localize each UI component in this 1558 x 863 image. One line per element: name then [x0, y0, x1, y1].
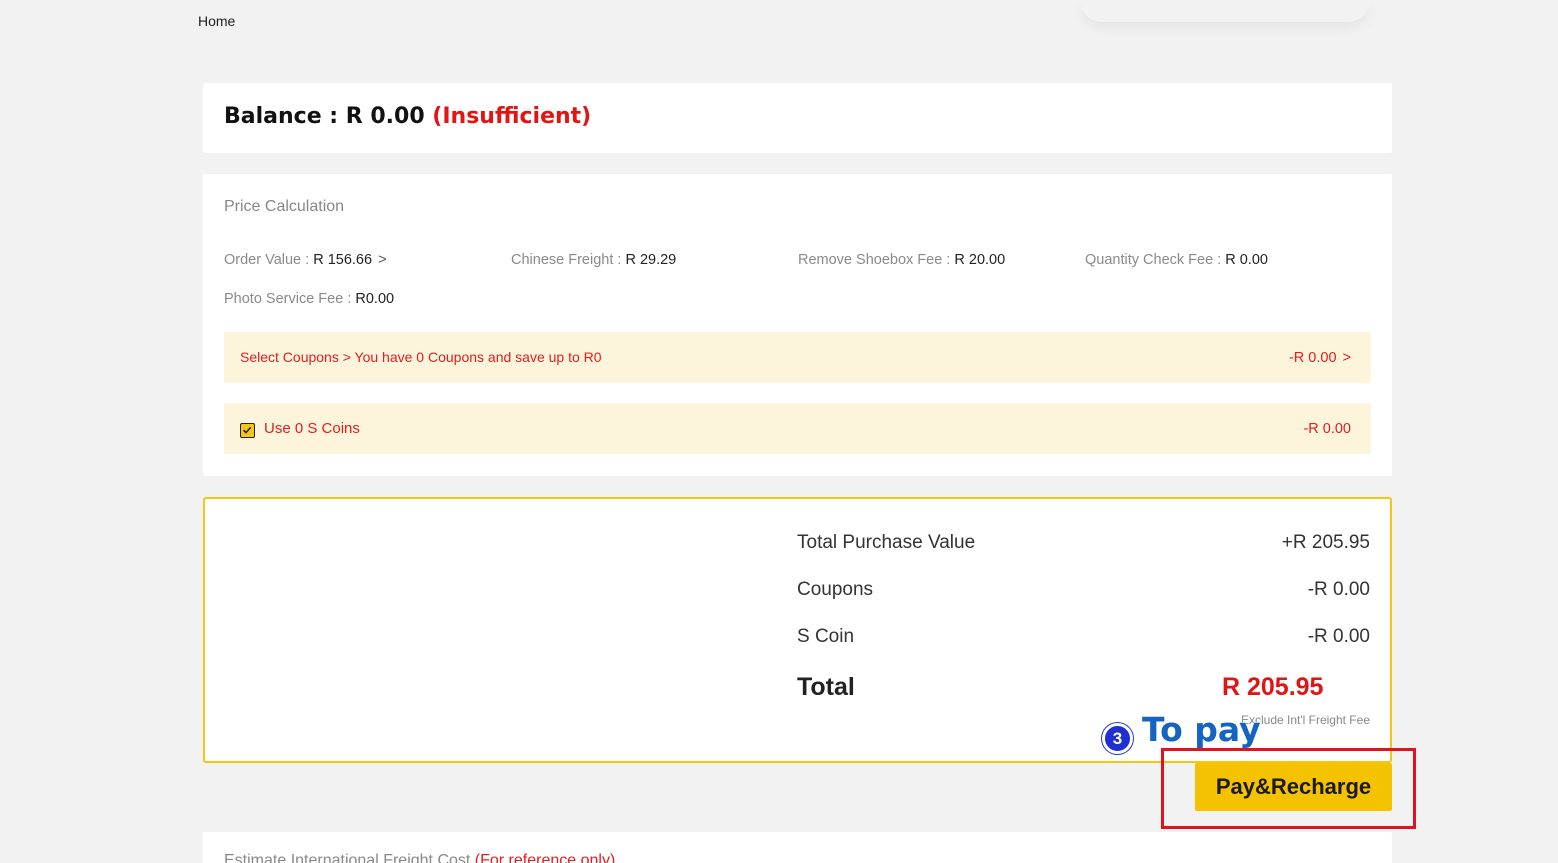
summary-label: S Coin	[797, 626, 855, 647]
order-value-link[interactable]: Order Value : R 156.66 >	[224, 252, 387, 268]
annotation-highlight-box	[1161, 748, 1416, 829]
chinese-freight-label: Chinese Freight :	[511, 252, 626, 268]
use-s-coins-checkbox[interactable]	[240, 423, 255, 438]
header-dropdown-shadow	[1080, 0, 1370, 22]
balance-amount: Balance : R 0.00	[224, 104, 425, 129]
freight-estimate-label: Estimate International Freight Cost	[224, 852, 475, 863]
order-value-amount: R 156.66	[313, 252, 373, 268]
total-label: Total	[797, 673, 855, 701]
summary-value: -R 0.00	[1307, 626, 1370, 647]
photo-service-label: Photo Service Fee :	[224, 291, 356, 307]
balance-text: Balance : R 0.00 (Insufficient)	[224, 104, 591, 129]
coupons-discount-amount: -R 0.00	[1288, 350, 1337, 366]
chinese-freight-fee: Chinese Freight : R 29.29	[511, 252, 676, 268]
select-coupons-text: Select Coupons > You have 0 Coupons and …	[240, 349, 602, 365]
select-coupons-band[interactable]: Select Coupons > You have 0 Coupons and …	[224, 332, 1371, 383]
remove-shoebox-amount: R 20.00	[954, 252, 1006, 268]
s-coins-discount: -R 0.00	[1303, 421, 1351, 437]
quantity-check-amount: R 0.00	[1225, 252, 1268, 268]
balance-status: (Insufficient)	[432, 104, 592, 129]
photo-service-fee: Photo Service Fee : R0.00	[224, 291, 394, 307]
chevron-right-icon: >	[1342, 350, 1351, 366]
freight-estimate-note: (For reference only)	[474, 852, 616, 863]
coupons-discount: -R 0.00 >	[1289, 350, 1351, 366]
price-calculation-title: Price Calculation	[224, 198, 345, 215]
order-value-label: Order Value :	[224, 252, 314, 268]
summary-value: -R 0.00	[1307, 579, 1370, 600]
summary-label: Coupons	[797, 579, 874, 600]
remove-shoebox-label: Remove Shoebox Fee :	[798, 252, 955, 268]
s-coins-band: Use 0 S Coins -R 0.00	[224, 403, 1371, 454]
total-value: R 205.95	[1222, 673, 1324, 701]
top-bar: Home	[0, 0, 1558, 42]
summary-value: +R 205.95	[1281, 532, 1370, 553]
quantity-check-label: Quantity Check Fee :	[1085, 252, 1226, 268]
step-number-badge: 3	[1102, 723, 1133, 754]
remove-shoebox-fee: Remove Shoebox Fee : R 20.00	[798, 252, 1005, 268]
chinese-freight-amount: R 29.29	[625, 252, 677, 268]
checkmark-icon	[242, 426, 252, 434]
balance-card: Balance : R 0.00 (Insufficient)	[203, 83, 1392, 153]
price-calculation-card: Price Calculation Order Value : R 156.66…	[203, 174, 1392, 476]
summary-label: Total Purchase Value	[797, 532, 976, 553]
quantity-check-fee: Quantity Check Fee : R 0.00	[1085, 252, 1268, 268]
chevron-right-icon: >	[378, 252, 387, 268]
photo-service-amount: R0.00	[355, 291, 395, 307]
step-instruction-text: To pay	[1142, 710, 1262, 750]
freight-estimate-title: Estimate International Freight Cost (For…	[224, 852, 615, 863]
home-link[interactable]: Home	[198, 13, 235, 29]
use-s-coins-label: Use 0 S Coins	[264, 420, 360, 437]
freight-estimate-card: Estimate International Freight Cost (For…	[203, 832, 1392, 863]
